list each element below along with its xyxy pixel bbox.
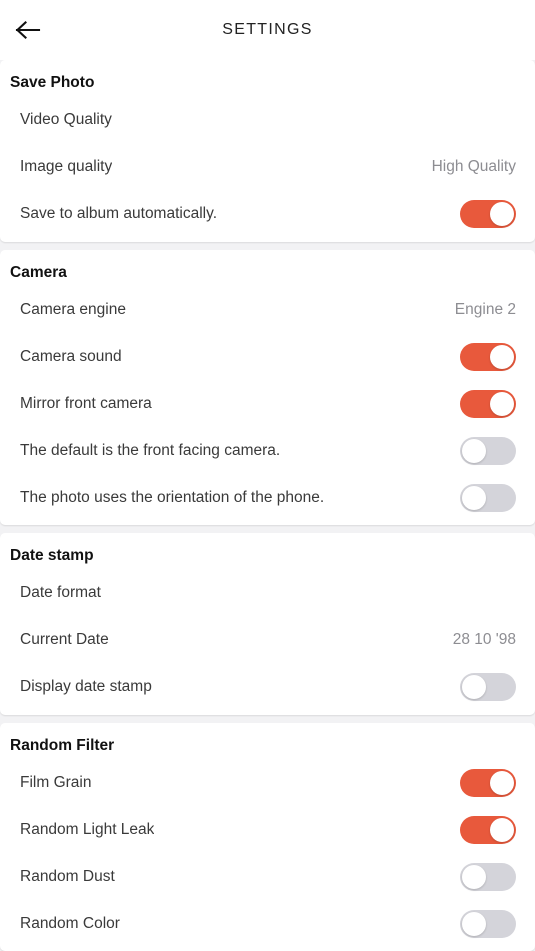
settings-row-label: Random Color	[20, 914, 120, 932]
toggle-knob	[462, 864, 486, 889]
app-header: SETTINGS	[0, 0, 535, 60]
toggle-switch[interactable]	[460, 200, 516, 229]
settings-row[interactable]: Date format	[0, 570, 535, 617]
settings-row-label: Date format	[20, 584, 101, 602]
settings-row-label: The photo uses the orientation of the ph…	[20, 488, 325, 506]
settings-row-label: Image quality	[20, 158, 113, 176]
toggle-switch[interactable]	[460, 862, 516, 891]
toggle-knob	[490, 391, 514, 416]
back-button[interactable]	[8, 10, 48, 50]
settings-row[interactable]: Film Grain	[0, 759, 535, 806]
settings-row-label: Video Quality	[20, 111, 112, 129]
settings-row[interactable]: The default is the front facing camera.	[0, 427, 535, 474]
settings-row[interactable]: Random Dust	[0, 853, 535, 900]
toggle-switch[interactable]	[460, 815, 516, 844]
settings-row[interactable]: Save to album automatically.	[0, 191, 535, 238]
toggle-switch[interactable]	[460, 768, 516, 797]
toggle-knob	[490, 344, 514, 369]
settings-row[interactable]: Current Date 28 10 '98	[0, 617, 535, 664]
toggle-knob	[462, 438, 486, 463]
settings-screen: SETTINGS Save Photo Video Quality Image qu…	[0, 0, 535, 951]
toggle-switch[interactable]	[460, 673, 516, 702]
section-title: Save Photo	[10, 74, 95, 91]
settings-section: Date stamp Date format Current Date 28 10 '…	[0, 533, 535, 715]
toggle-knob	[462, 485, 486, 510]
settings-row-value: High Quality	[431, 158, 516, 176]
settings-row-label: Camera engine	[20, 300, 126, 318]
toggle-switch[interactable]	[460, 483, 516, 512]
settings-row-label: Film Grain	[20, 773, 92, 791]
section-title: Camera	[10, 263, 67, 281]
settings-row-label: Display date stamp	[20, 678, 152, 696]
page-title: SETTINGS	[222, 21, 313, 38]
settings-section: Save Photo Video Quality Image quality High…	[0, 60, 535, 242]
toggle-knob	[490, 202, 514, 227]
settings-row[interactable]: Camera sound	[0, 333, 535, 380]
toggle-knob	[462, 675, 486, 700]
settings-row-label: Current Date	[20, 631, 109, 649]
section-title: Random Filter	[10, 736, 115, 754]
settings-row[interactable]: Random Light Leak	[0, 806, 535, 853]
toggle-switch[interactable]	[460, 909, 516, 938]
settings-row[interactable]: Video Quality	[0, 97, 535, 144]
settings-row-value: 28 10 '98	[452, 631, 516, 649]
toggle-knob	[490, 770, 514, 795]
settings-sections: Save Photo Video Quality Image quality High…	[0, 60, 535, 951]
settings-row[interactable]: Display date stamp	[0, 664, 535, 711]
section-title: Date stamp	[10, 547, 94, 565]
arrow-left-icon	[15, 20, 41, 40]
settings-row[interactable]: The photo uses the orientation of the ph…	[0, 474, 535, 521]
toggle-switch[interactable]	[460, 389, 516, 418]
toggle-knob	[462, 911, 486, 936]
toggle-switch[interactable]	[460, 342, 516, 371]
settings-row-label: Mirror front camera	[20, 394, 152, 412]
settings-section: Camera Camera engine Engine 2 Camera sound M…	[0, 249, 535, 526]
settings-row[interactable]: Random Color	[0, 900, 535, 947]
settings-row-label: Camera sound	[20, 347, 122, 365]
toggle-switch[interactable]	[460, 436, 516, 465]
settings-row[interactable]: Mirror front camera	[0, 380, 535, 427]
settings-row-label: The default is the front facing camera.	[20, 441, 281, 459]
settings-row[interactable]: Camera engine Engine 2	[0, 286, 535, 333]
settings-row-label: Save to album automatically.	[20, 205, 218, 223]
toggle-knob	[490, 817, 514, 842]
settings-section: Random Filter Film Grain Random Light Leak…	[0, 722, 535, 951]
settings-row-label: Random Dust	[20, 867, 115, 885]
settings-row-label: Random Light Leak	[20, 820, 155, 838]
settings-row-value: Engine 2	[454, 300, 516, 318]
settings-row[interactable]: Image quality High Quality	[0, 144, 535, 191]
